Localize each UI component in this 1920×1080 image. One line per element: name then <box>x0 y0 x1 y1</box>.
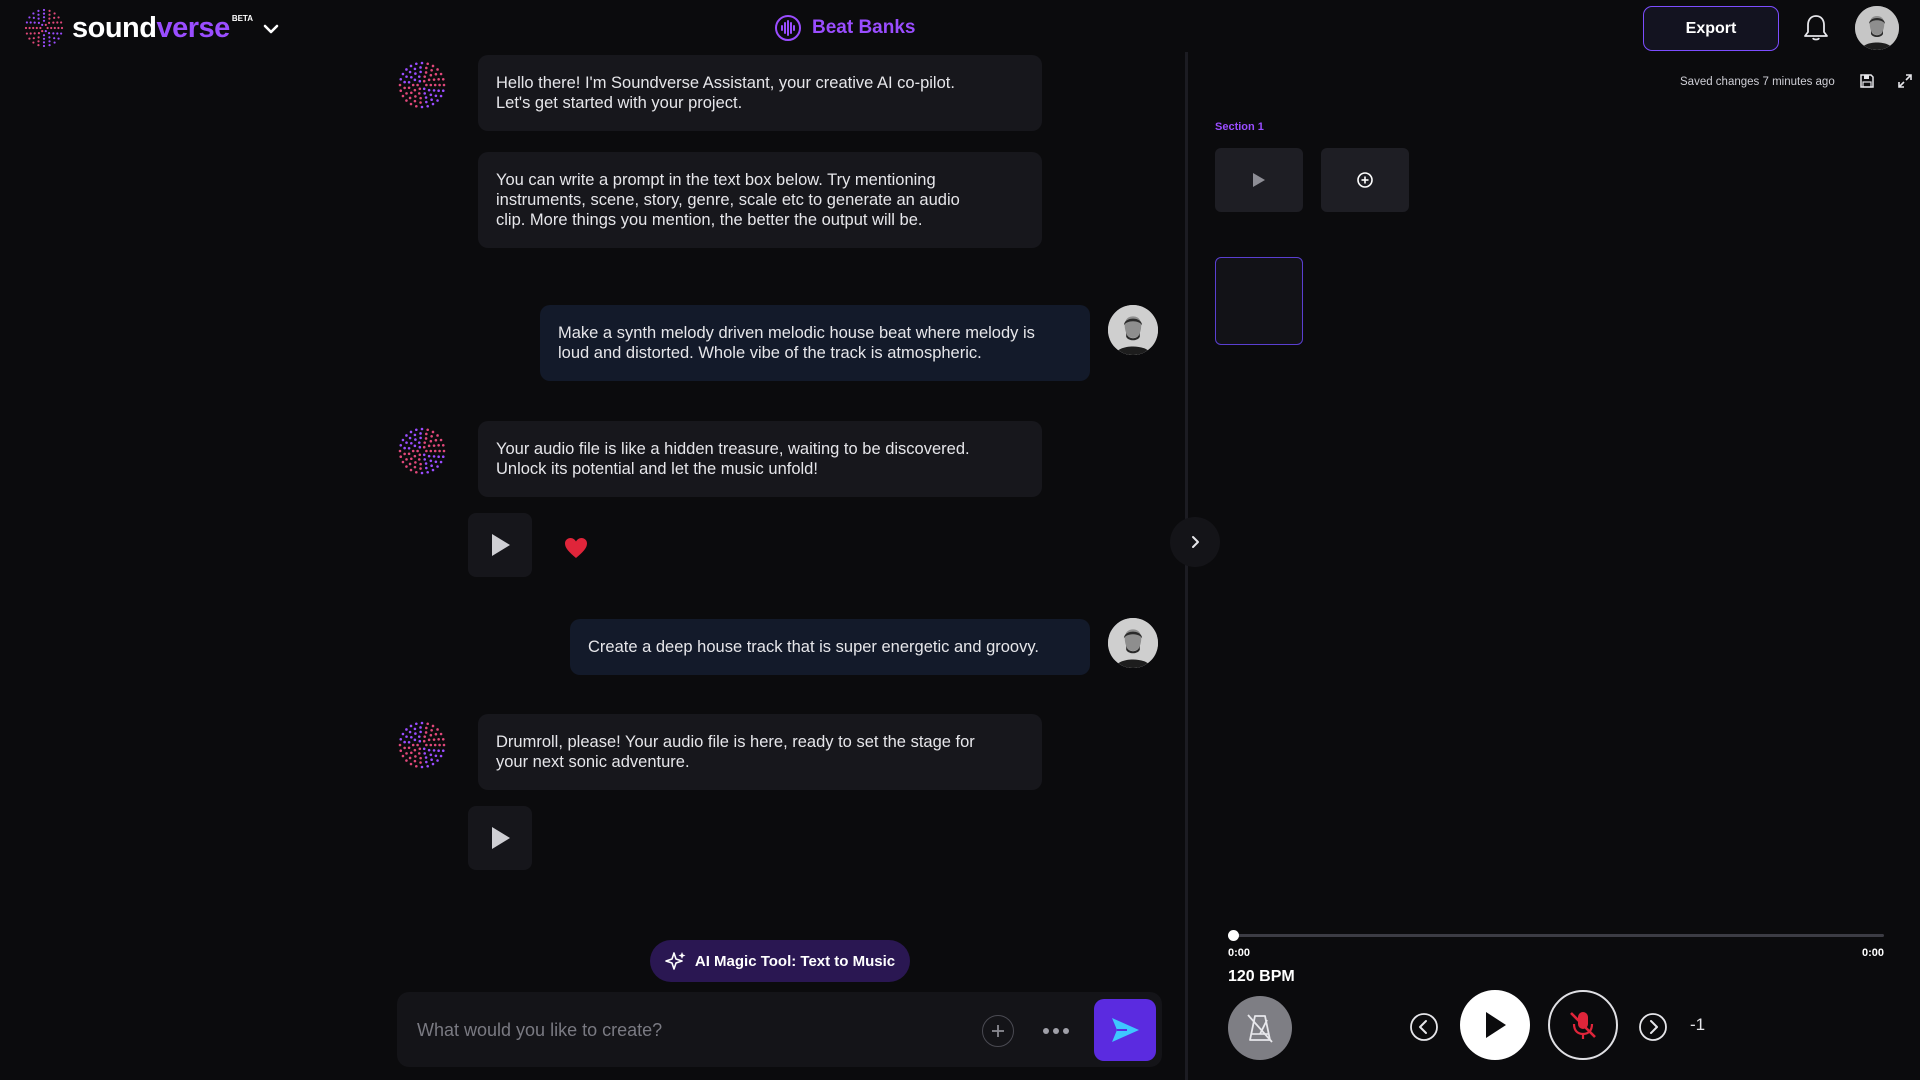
bell-icon[interactable] <box>1800 12 1832 44</box>
play-icon <box>1253 173 1265 187</box>
chevron-right-icon <box>1192 536 1199 548</box>
user-avatar-icon <box>1108 618 1158 668</box>
message-text-line: Create a deep house track that is super … <box>588 638 1039 656</box>
message-text-line: your next sonic adventure. <box>496 753 690 771</box>
message-text-line: Unlock its potential and let the music u… <box>496 460 818 478</box>
section-play-button[interactable] <box>1215 148 1303 212</box>
assistant-message: Hello there! I'm Soundverse Assistant, y… <box>478 55 1042 131</box>
message-text-line: You can write a prompt in the text box b… <box>496 171 936 189</box>
more-options-button[interactable] <box>1040 1015 1072 1047</box>
brand-name: soundverse <box>72 12 230 45</box>
main-play-button[interactable] <box>1460 990 1530 1060</box>
message-text-line: Let's get started with your project. <box>496 94 743 112</box>
bpm-label[interactable]: 120 BPM <box>1228 968 1295 986</box>
add-circle-icon <box>1357 172 1373 188</box>
ai-magic-tool-label: AI Magic Tool: Text to Music <box>694 952 896 970</box>
time-total: 0:00 <box>1862 947 1885 959</box>
play-icon <box>1486 1012 1506 1038</box>
mute-button[interactable] <box>1548 990 1618 1060</box>
play-icon <box>492 827 510 849</box>
brand[interactable]: soundverse BETA <box>24 8 253 48</box>
metronome-icon <box>1247 1014 1273 1043</box>
user-message: Make a synth melody driven melodic house… <box>540 305 1090 381</box>
brand-name-verse: verse <box>156 11 231 44</box>
project-title: Beat Banks <box>812 17 916 38</box>
user-message: Create a deep house track that is super … <box>570 619 1090 675</box>
previous-button[interactable] <box>1409 1012 1439 1042</box>
user-avatar-icon <box>1855 6 1899 50</box>
soundverse-logo-icon <box>24 8 64 48</box>
assistant-avatar-icon <box>398 61 446 109</box>
assistant-avatar-icon <box>398 721 446 769</box>
playback-progress-track[interactable] <box>1232 934 1884 937</box>
offset-value: -1 <box>1690 1015 1706 1034</box>
user-avatar-icon <box>1108 305 1158 355</box>
expand-icon[interactable] <box>1897 73 1913 89</box>
next-button[interactable] <box>1638 1012 1668 1042</box>
play-icon <box>492 534 510 556</box>
message-text-line: loud and distorted. Whole vibe of the tr… <box>558 344 982 362</box>
playback-progress-handle[interactable] <box>1228 930 1239 941</box>
brand-name-sound: sound <box>72 11 157 44</box>
save-icon[interactable] <box>1859 73 1875 89</box>
send-icon <box>1112 1018 1139 1042</box>
send-button[interactable] <box>1094 999 1156 1061</box>
plus-icon <box>992 1025 1004 1037</box>
user-message-avatar <box>1108 618 1158 668</box>
message-text-line: Drumroll, please! Your audio file is her… <box>496 733 975 751</box>
sparkle-icon <box>665 952 686 970</box>
assistant-message: Your audio file is like a hidden treasur… <box>478 421 1042 497</box>
message-text-line: Make a synth melody driven melodic house… <box>558 324 1035 342</box>
message-text-line: clip. More things you mention, the bette… <box>496 211 923 229</box>
message-text-line: instruments, scene, story, genre, scale … <box>496 191 960 209</box>
audio-play-button[interactable] <box>468 513 532 577</box>
section-label: Section 1 <box>1215 121 1264 133</box>
mic-off-icon <box>1570 1012 1596 1039</box>
user-message-avatar <box>1108 305 1158 355</box>
top-bar: soundverse BETA Beat Banks Export <box>0 0 1920 58</box>
user-avatar[interactable] <box>1855 6 1899 50</box>
audio-play-button[interactable] <box>468 806 532 870</box>
audio-wave-icon <box>775 15 801 41</box>
export-button[interactable]: Export <box>1643 6 1779 51</box>
metronome-button[interactable] <box>1228 996 1292 1060</box>
project-header: Beat Banks <box>774 14 916 42</box>
time-current: 0:00 <box>1228 947 1251 959</box>
heart-icon[interactable] <box>563 536 589 560</box>
chevron-down-icon[interactable] <box>262 20 280 38</box>
saved-status: Saved changes 7 minutes ago <box>1680 76 1835 88</box>
assistant-avatar-icon <box>398 427 446 475</box>
add-attachment-button[interactable] <box>982 1015 1014 1047</box>
message-text-line: Hello there! I'm Soundverse Assistant, y… <box>496 74 955 92</box>
ai-magic-tool-button[interactable]: AI Magic Tool: Text to Music <box>650 940 910 982</box>
prompt-bar <box>397 992 1162 1067</box>
message-text-line: Your audio file is like a hidden treasur… <box>496 440 970 458</box>
beta-badge: BETA <box>231 13 253 23</box>
more-horizontal-icon <box>1043 1028 1069 1034</box>
assistant-message: Drumroll, please! Your audio file is her… <box>478 714 1042 790</box>
prompt-input[interactable] <box>417 1010 937 1050</box>
assistant-message: You can write a prompt in the text box b… <box>478 152 1042 248</box>
collapse-panel-button[interactable] <box>1170 517 1220 567</box>
audio-clip-slot[interactable] <box>1215 257 1303 345</box>
add-section-button[interactable] <box>1321 148 1409 212</box>
